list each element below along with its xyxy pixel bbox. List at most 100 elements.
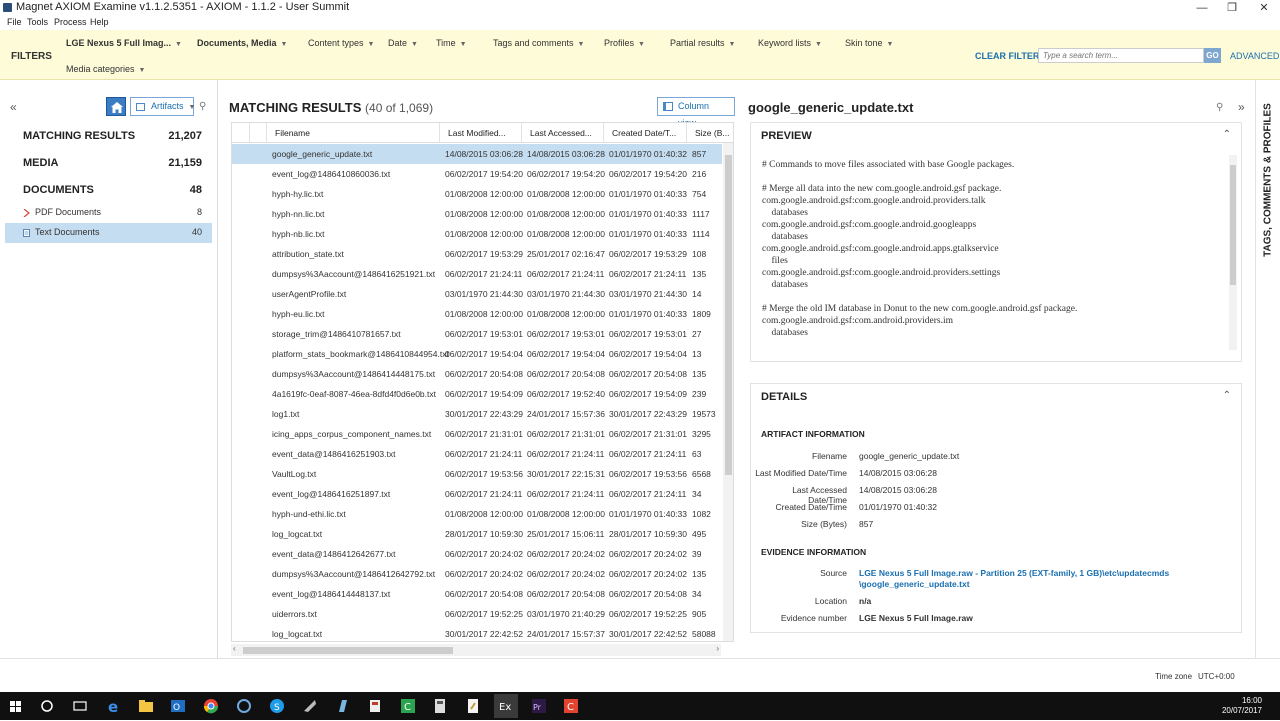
filter-profiles[interactable]: Profiles ▼ xyxy=(604,38,645,48)
axiom-taskbar-button[interactable]: Ex xyxy=(494,694,518,718)
scrollbar-thumb[interactable] xyxy=(243,647,453,654)
filter-skin-tone[interactable]: Skin tone ▼ xyxy=(845,38,893,48)
app-icon[interactable] xyxy=(333,696,353,716)
close-button[interactable]: ✕ xyxy=(1249,0,1279,16)
table-row[interactable]: userAgentProfile.txt 03/01/1970 21:44:30 0… xyxy=(232,284,722,304)
scrollbar-thumb[interactable] xyxy=(1230,165,1236,285)
table-row[interactable]: event_log@1486414448137.txt 06/02/2017 20… xyxy=(232,584,722,604)
timezone-value[interactable]: UTC+0:00 xyxy=(1198,672,1235,681)
table-row[interactable]: dumpsys%3Aaccount@1486416251921.txt 06/02… xyxy=(232,264,722,284)
artifacts-dropdown[interactable]: Artifacts ▼ xyxy=(130,97,195,116)
column-header-size[interactable]: Size (B... xyxy=(695,128,729,138)
skype-icon[interactable]: S xyxy=(267,696,287,716)
clear-filters-button[interactable]: CLEAR FILTERS xyxy=(975,51,1045,61)
vertical-scrollbar[interactable] xyxy=(723,143,733,641)
table-row[interactable]: hyph-nb.lic.txt 01/08/2008 12:00:00 01/08/… xyxy=(232,224,722,244)
filter-media-categories[interactable]: Media categories ▼ xyxy=(66,64,145,74)
table-row[interactable]: hyph-hy.lic.txt 01/08/2008 12:00:00 01/08/… xyxy=(232,184,722,204)
system-clock[interactable]: 16:00 20/07/2017 xyxy=(1222,696,1262,716)
tool-icon[interactable] xyxy=(300,696,320,716)
tags-comments-profiles-tab[interactable]: TAGS, COMMENTS & PROFILES xyxy=(1255,80,1280,658)
task-view-icon[interactable] xyxy=(70,696,90,716)
app-icon[interactable]: C xyxy=(561,696,581,716)
table-cell: 108 xyxy=(692,249,707,259)
menu-tools[interactable]: Tools xyxy=(27,17,48,27)
app-icon[interactable] xyxy=(365,696,385,716)
table-row[interactable]: hyph-eu.lic.txt 01/08/2008 12:00:00 01/08/… xyxy=(232,304,722,324)
nav-text-documents[interactable]: Text Documents 40 xyxy=(5,223,212,243)
menu-process[interactable]: Process xyxy=(54,17,87,27)
horizontal-scrollbar[interactable]: ‹ › xyxy=(231,644,721,656)
filter-evidence[interactable]: LGE Nexus 5 Full Imag... ▼ xyxy=(66,38,182,48)
table-row[interactable]: log1.txt 30/01/2017 22:43:29 24/01/2017 15… xyxy=(232,404,722,424)
table-row[interactable]: dumpsys%3Aaccount@1486412642792.txt 06/02… xyxy=(232,564,722,584)
advanced-button[interactable]: ADVANCED xyxy=(1230,51,1279,61)
column-header-created[interactable]: Created Date/T... xyxy=(612,128,676,138)
table-row[interactable]: platform_stats_bookmark@1486410844954.tx… xyxy=(232,344,722,364)
filter-tags-comments[interactable]: Tags and comments ▼ xyxy=(493,38,584,48)
table-row[interactable]: storage_trim@1486410781657.txt 06/02/2017… xyxy=(232,324,722,344)
table-row[interactable]: event_data@1486412642677.txt 06/02/2017 2… xyxy=(232,544,722,564)
windows-start-icon[interactable] xyxy=(6,696,26,716)
collapse-pane-button[interactable]: « xyxy=(10,100,17,114)
evidence-source-link[interactable]: LGE Nexus 5 Full Image.raw - Partition 2… xyxy=(859,568,1169,578)
collapse-up-icon[interactable]: ⌃ xyxy=(1223,129,1231,140)
expand-pane-button[interactable]: » xyxy=(1238,100,1245,114)
table-row[interactable]: hyph-und-ethi.lic.txt 01/08/2008 12:00:00… xyxy=(232,504,722,524)
filter-keyword-lists[interactable]: Keyword lists ▼ xyxy=(758,38,822,48)
column-header-filename[interactable]: Filename xyxy=(275,128,310,138)
app-icon[interactable] xyxy=(234,696,254,716)
pin-icon[interactable]: ⚲ xyxy=(199,101,206,112)
filter-date[interactable]: Date ▼ xyxy=(388,38,418,48)
chrome-icon[interactable] xyxy=(201,696,221,716)
table-row[interactable]: dumpsys%3Aaccount@1486414448175.txt 06/02… xyxy=(232,364,722,384)
filter-partial-results[interactable]: Partial results ▼ xyxy=(670,38,735,48)
table-row[interactable]: hyph-nn.lic.txt 01/08/2008 12:00:00 01/08/… xyxy=(232,204,722,224)
column-header-last-modified[interactable]: Last Modified... xyxy=(448,128,506,138)
collapse-up-icon[interactable]: ⌃ xyxy=(1223,390,1231,401)
nav-matching-results[interactable]: MATCHING RESULTS 21,207 xyxy=(5,126,212,146)
preview-scrollbar[interactable] xyxy=(1229,155,1237,350)
nav-media[interactable]: MEDIA 21,159 xyxy=(5,153,212,173)
scroll-right-icon[interactable]: › xyxy=(716,644,719,653)
edge-icon[interactable]: e xyxy=(104,696,124,716)
minimize-button[interactable]: — xyxy=(1187,0,1217,16)
scrollbar-thumb[interactable] xyxy=(725,155,732,475)
table-row[interactable]: event_log@1486410860036.txt 06/02/2017 19… xyxy=(232,164,722,184)
search-input[interactable] xyxy=(1038,48,1204,63)
maximize-button[interactable]: ❐ xyxy=(1217,0,1247,16)
evidence-source-link-line2[interactable]: \google_generic_update.txt xyxy=(859,579,970,589)
table-row[interactable]: 4a1619fc-0eaf-8087-46ea-8dfd4f0d6e0b.txt… xyxy=(232,384,722,404)
go-button[interactable]: GO xyxy=(1204,48,1221,63)
scroll-left-icon[interactable]: ‹ xyxy=(233,644,236,653)
search-icon[interactable] xyxy=(37,696,57,716)
home-button[interactable] xyxy=(106,97,126,116)
table-row[interactable]: event_log@1486416251897.txt 06/02/2017 21… xyxy=(232,484,722,504)
filter-time[interactable]: Time ▼ xyxy=(436,38,467,48)
nav-pdf-documents[interactable]: PDF Documents 8 xyxy=(5,203,212,223)
pin-icon[interactable]: ⚲ xyxy=(1216,102,1223,113)
table-cell: 30/01/2017 22:42:52 xyxy=(609,629,687,639)
column-view-dropdown[interactable]: Column view▼ xyxy=(657,97,735,128)
table-row[interactable]: event_data@1486416251903.txt 06/02/2017 2… xyxy=(232,444,722,464)
calculator-icon[interactable] xyxy=(430,696,450,716)
filter-artifacts[interactable]: Documents, Media ▼ xyxy=(197,38,287,48)
table-row[interactable]: icing_apps_corpus_component_names.txt 06/… xyxy=(232,424,722,444)
table-row[interactable]: VaultLog.txt 06/02/2017 19:53:56 30/01/201… xyxy=(232,464,722,484)
menu-help[interactable]: Help xyxy=(90,17,109,27)
table-row[interactable]: attribution_state.txt 06/02/2017 19:53:29… xyxy=(232,244,722,264)
premiere-icon[interactable]: Pr xyxy=(529,696,549,716)
document-icon[interactable] xyxy=(463,696,483,716)
menu-file[interactable]: File xyxy=(7,17,22,27)
filter-content-types[interactable]: Content types ▼ xyxy=(308,38,374,48)
camtasia-icon[interactable]: C xyxy=(398,696,418,716)
column-header-last-accessed[interactable]: Last Accessed... xyxy=(530,128,592,138)
table-row[interactable]: log_logcat.txt 30/01/2017 22:42:52 24/01/2… xyxy=(232,624,722,641)
nav-documents[interactable]: DOCUMENTS 48 xyxy=(5,180,212,200)
outlook-icon[interactable]: O xyxy=(168,696,188,716)
table-row[interactable]: log_logcat.txt 28/01/2017 10:59:30 25/01/2… xyxy=(232,524,722,544)
table-row[interactable]: google_generic_update.txt 14/08/2015 03:0… xyxy=(232,144,722,164)
file-explorer-icon[interactable] xyxy=(136,696,156,716)
table-cell: 01/01/1970 01:40:33 xyxy=(609,189,687,199)
table-row[interactable]: uiderrors.txt 06/02/2017 19:52:25 03/01/19… xyxy=(232,604,722,624)
